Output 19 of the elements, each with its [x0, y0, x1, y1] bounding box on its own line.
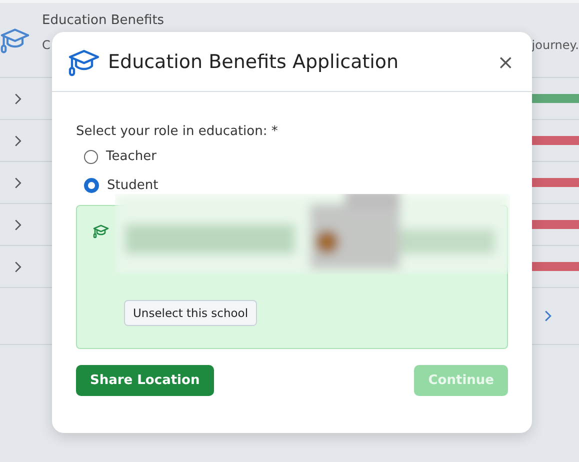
radio-button[interactable] [84, 150, 98, 164]
radio-button[interactable] [84, 178, 99, 193]
next-page-icon[interactable] [544, 310, 552, 322]
close-button[interactable]: × [495, 50, 516, 74]
unselect-school-button[interactable]: Unselect this school [124, 300, 258, 326]
graduation-cap-icon [93, 223, 109, 239]
page-subtitle: C [42, 38, 50, 52]
chevron-icon[interactable] [14, 176, 22, 188]
chevron-icon[interactable] [14, 218, 22, 230]
page-title: Education Benefits [42, 13, 166, 28]
dialog-title: Education Benefits Application [108, 50, 400, 72]
share-location-button[interactable]: Share Location [76, 365, 214, 396]
chevron-icon[interactable] [14, 260, 22, 272]
page-subtitle: journey. [532, 38, 579, 52]
radio-label[interactable]: Student [107, 178, 158, 193]
radio-label[interactable]: Teacher [106, 149, 156, 164]
chevron-icon[interactable] [14, 92, 22, 104]
chevron-icon[interactable] [14, 134, 22, 146]
field-label: Select your role in education: * [76, 124, 278, 139]
